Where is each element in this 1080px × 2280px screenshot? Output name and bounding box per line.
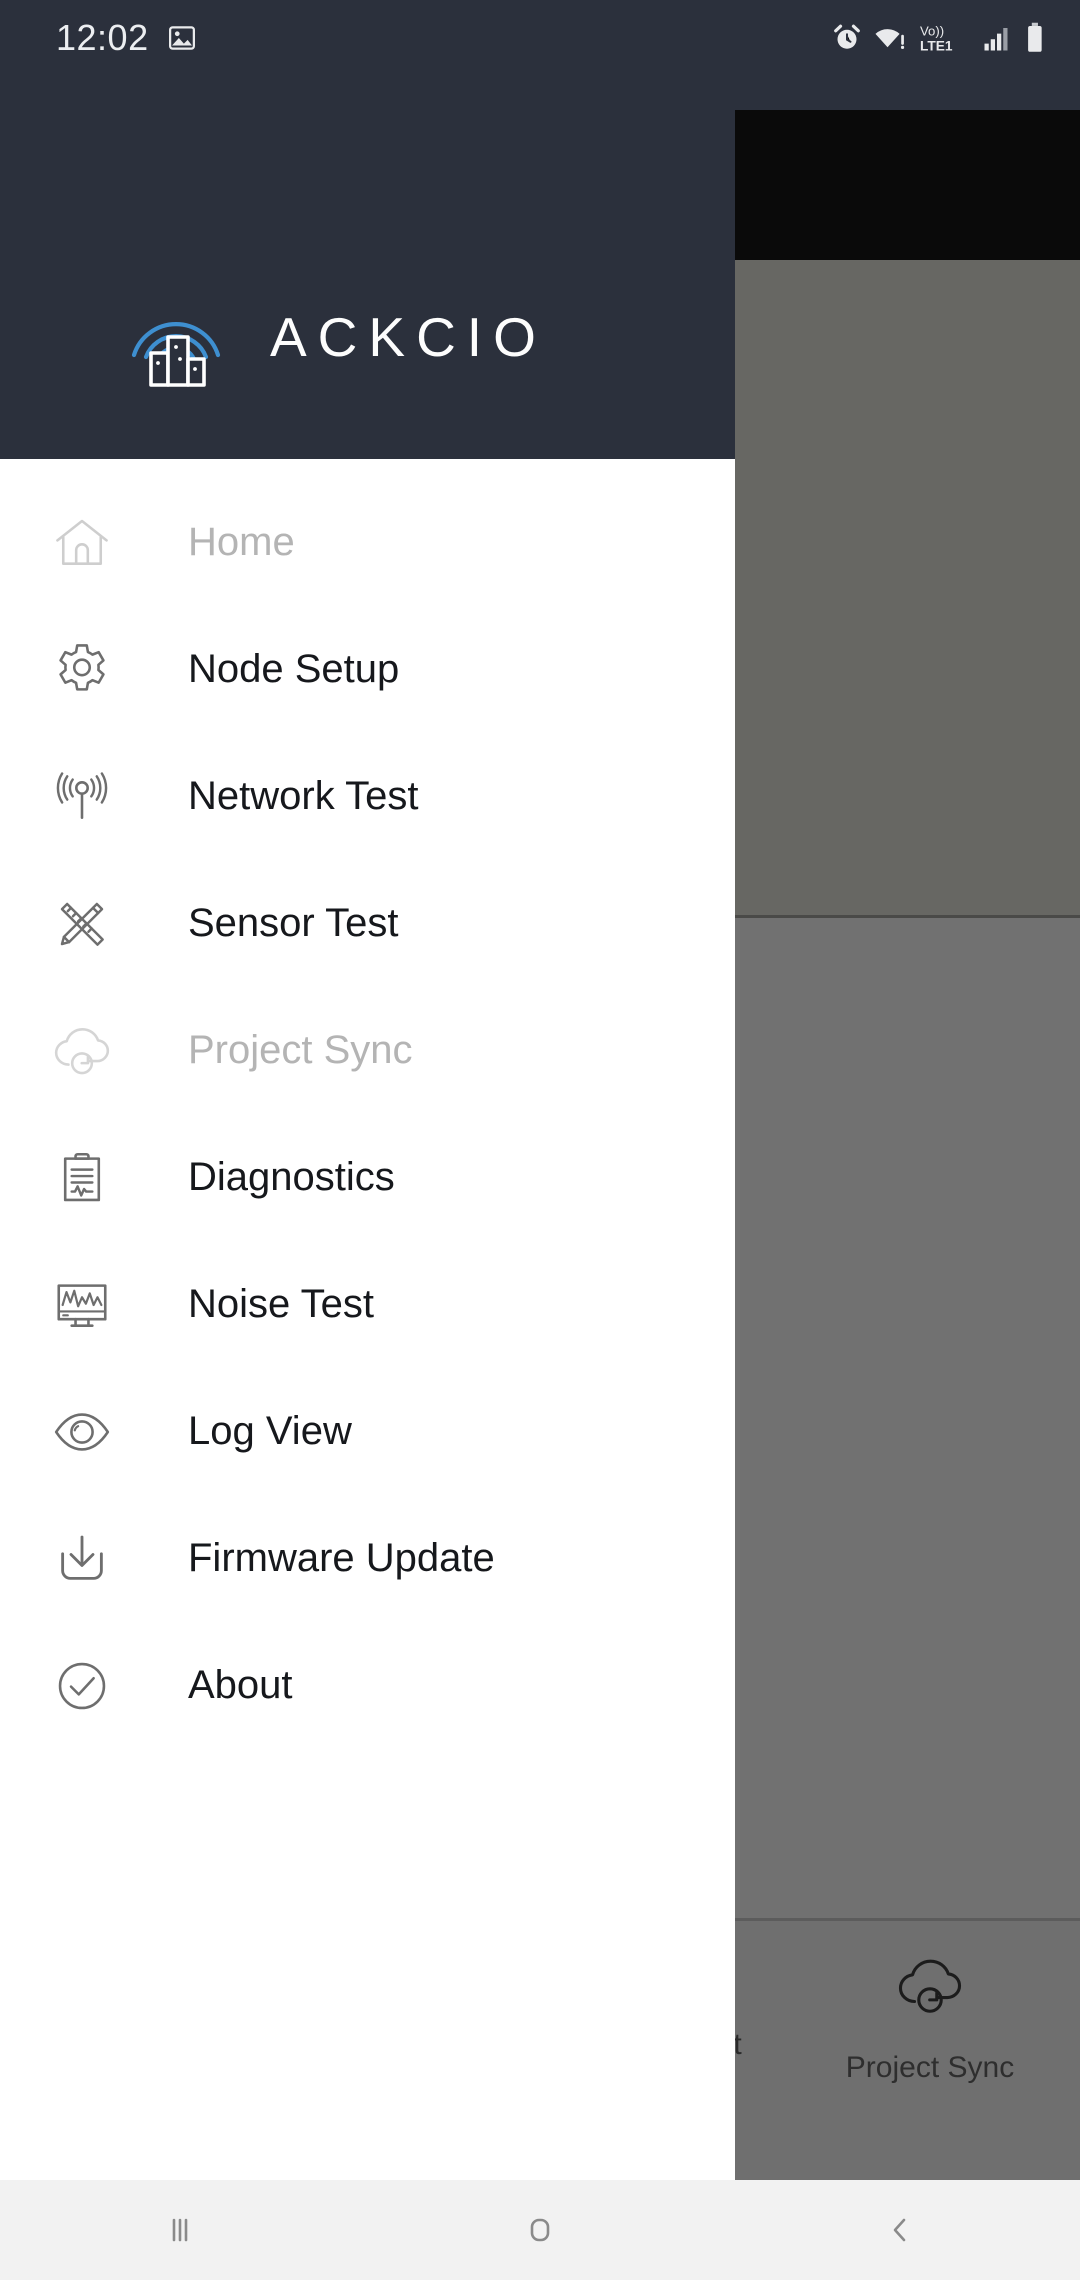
- drawer-item-about[interactable]: About: [0, 1622, 735, 1749]
- drawer-item-label-log-view: Log View: [188, 1409, 352, 1453]
- drawer-menu: Home Node Setup Network Test Sensor Test…: [0, 459, 735, 2180]
- drawer-item-label-about: About: [188, 1663, 293, 1707]
- status-clock: 12:02: [56, 17, 149, 58]
- drawer-item-label-noise-test: Noise Test: [188, 1282, 375, 1326]
- background-lower-area: [735, 918, 1080, 1918]
- drawer-item-firmware-update[interactable]: Firmware Update: [0, 1495, 735, 1622]
- drawer-item-label-node-setup: Node Setup: [188, 647, 400, 691]
- drawer-item-label-project-sync: Project Sync: [188, 1028, 413, 1072]
- home-icon: [34, 512, 130, 574]
- back-button[interactable]: [810, 2180, 990, 2280]
- brand-lockup: ACKCIO: [120, 281, 547, 393]
- ackcio-signal-buildings-logo: [131, 322, 221, 387]
- drawer-item-diagnostics[interactable]: Diagnostics: [0, 1114, 735, 1241]
- brand-name: ACKCIO: [270, 306, 547, 368]
- gear-icon: [34, 639, 130, 701]
- ruler-pencil-icon: [34, 893, 130, 955]
- phone-screen: Project Sync st: [0, 0, 1080, 2280]
- background-topbar: [735, 110, 1080, 260]
- background-content-area: [735, 260, 1080, 915]
- battery-icon: [1028, 22, 1042, 52]
- drawer-item-network-test[interactable]: Network Test: [0, 733, 735, 860]
- image-icon: [168, 26, 195, 50]
- status-bar-right: Vo)) LTE1: [832, 22, 1046, 54]
- svg-text:Vo)): Vo)): [920, 24, 944, 39]
- eye-icon: [34, 1401, 130, 1463]
- recents-icon: [172, 2218, 188, 2242]
- back-chevron-icon: [893, 2218, 906, 2242]
- recents-button[interactable]: [90, 2180, 270, 2280]
- drawer-item-label-sensor-test: Sensor Test: [188, 901, 399, 945]
- monitor-waveform-icon: [34, 1274, 130, 1336]
- drawer-item-noise-test[interactable]: Noise Test: [0, 1241, 735, 1368]
- signal-bars-icon: [984, 28, 1008, 51]
- svg-text:LTE1: LTE1: [920, 39, 953, 54]
- check-circle-icon: [34, 1655, 130, 1717]
- drawer-item-sensor-test[interactable]: Sensor Test: [0, 860, 735, 987]
- home-square-icon: [530, 2218, 550, 2242]
- home-button[interactable]: [450, 2180, 630, 2280]
- drawer-item-label-diagnostics: Diagnostics: [188, 1155, 395, 1199]
- drawer-item-home[interactable]: Home: [0, 479, 735, 606]
- cloud-sync-icon: [34, 1020, 130, 1082]
- drawer-item-label-home: Home: [188, 520, 295, 564]
- volte-lte1-icon: Vo)) LTE1: [920, 24, 953, 54]
- drawer-item-label-firmware-update: Firmware Update: [188, 1536, 495, 1580]
- cloud-sync-icon: [898, 1959, 962, 2013]
- background-nav-label-project-sync: Project Sync: [845, 2051, 1015, 2084]
- navigation-drawer: ACKCIO Home Node Setup Network Test Sens…: [0, 0, 735, 2180]
- alarm-icon: [834, 24, 860, 49]
- wifi-warning-icon: [875, 29, 905, 49]
- drawer-item-log-view[interactable]: Log View: [0, 1368, 735, 1495]
- antenna-signal-icon: [34, 766, 130, 828]
- drawer-item-node-setup[interactable]: Node Setup: [0, 606, 735, 733]
- status-bar-left: 12:02: [56, 17, 197, 59]
- download-tray-icon: [34, 1528, 130, 1590]
- background-nav-item-project-sync[interactable]: Project Sync: [830, 1955, 1030, 2085]
- drawer-item-project-sync[interactable]: Project Sync: [0, 987, 735, 1114]
- system-navigation-bar: [0, 2180, 1080, 2280]
- status-bar: 12:02 Vo)) LTE1: [0, 0, 1080, 76]
- drawer-item-label-network-test: Network Test: [188, 774, 419, 818]
- clipboard-pulse-icon: [34, 1147, 130, 1209]
